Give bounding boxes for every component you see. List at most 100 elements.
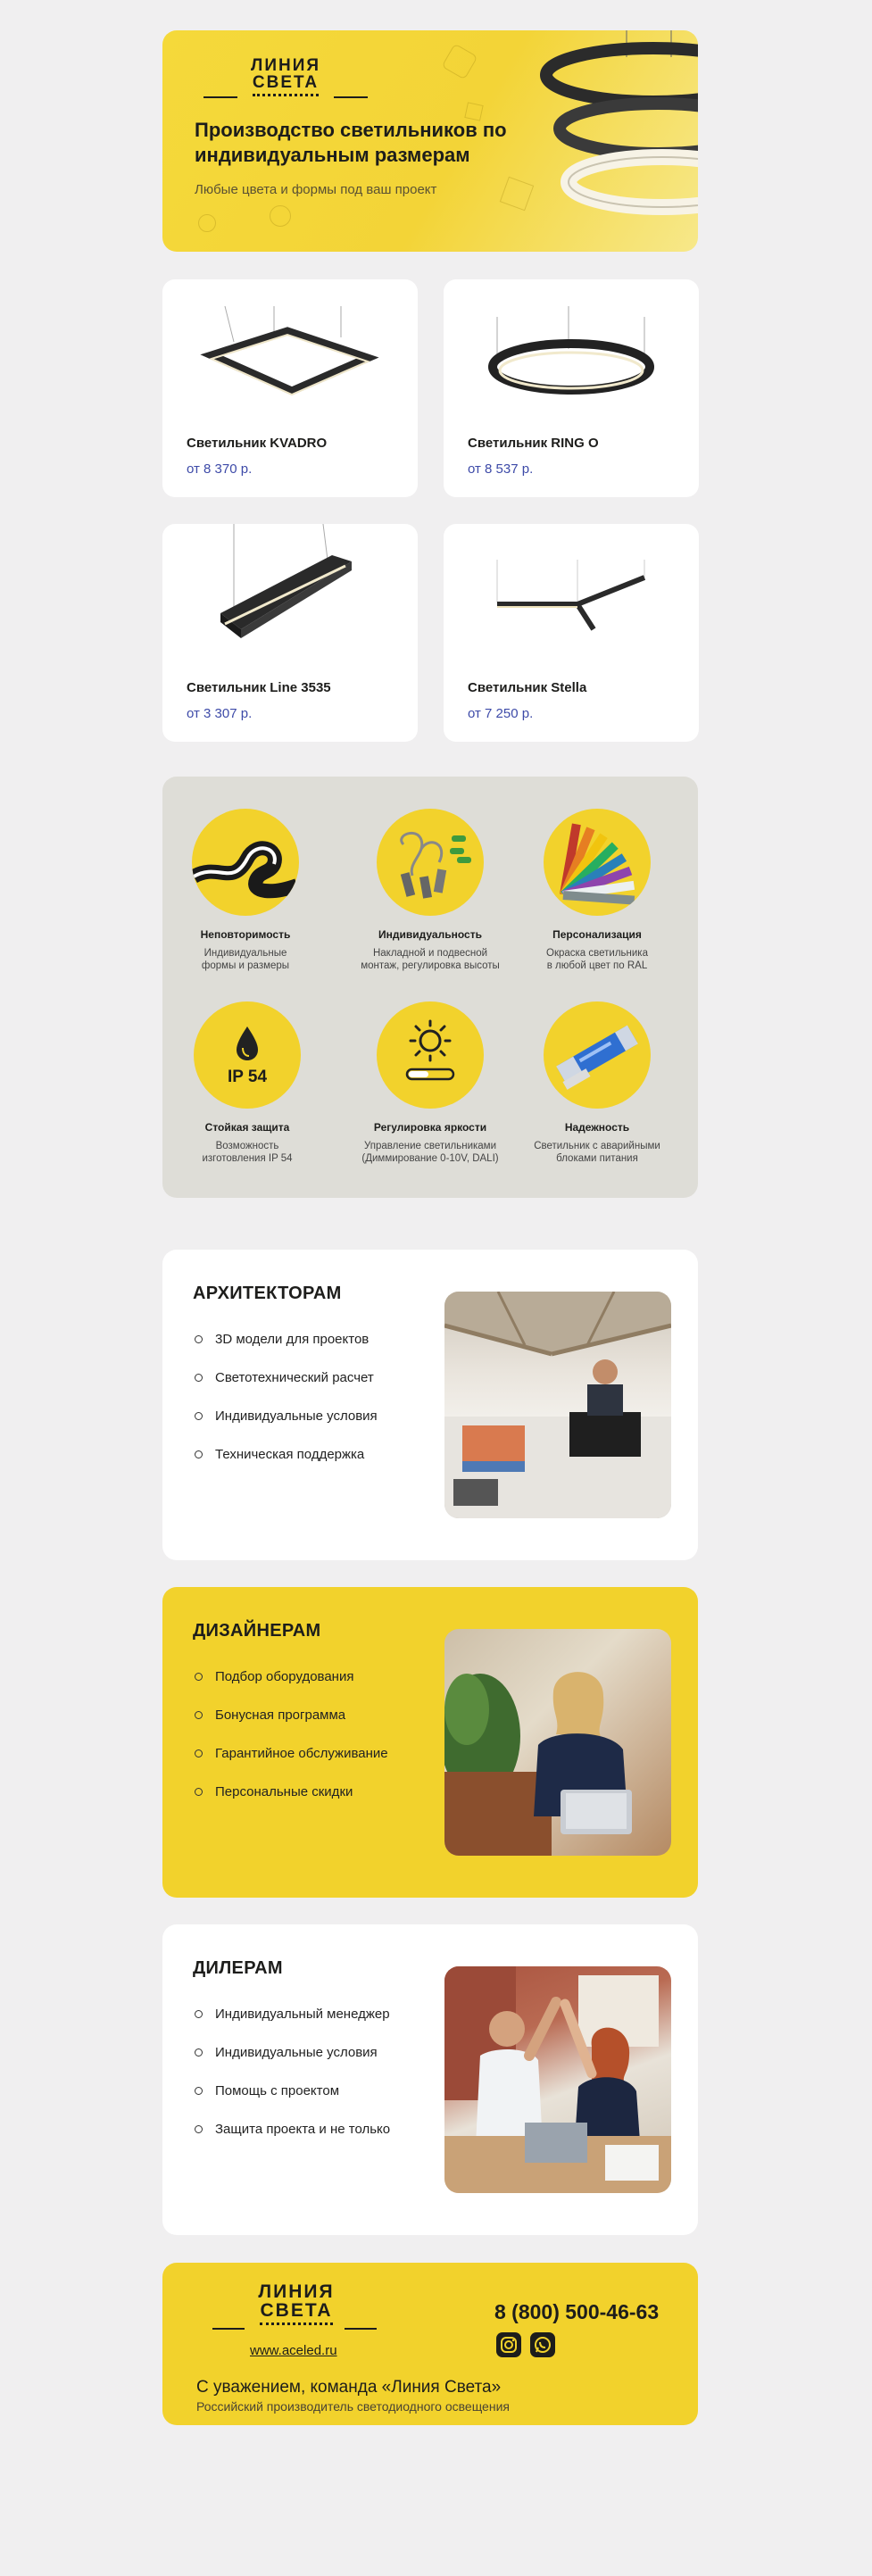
- product-name: Светильник Stella: [468, 680, 587, 695]
- bullet-icon: [195, 1673, 203, 1681]
- benefits-list: Подбор оборудования Бонусная программа Г…: [195, 1669, 388, 1823]
- list-item: Персональные скидки: [195, 1784, 388, 1823]
- product-card-stella[interactable]: Светильник Stella от 7 250 р.: [444, 524, 699, 742]
- list-item: Индивидуальные условия: [195, 1408, 378, 1447]
- bullet-icon: [195, 2010, 203, 2018]
- product-card-ring[interactable]: Светильник RING O от 8 537 р.: [444, 279, 699, 497]
- battery-pack-icon: [544, 1001, 651, 1109]
- designers-section: ДИЗАЙНЕРАМ Подбор оборудования Бонусная …: [162, 1587, 698, 1898]
- feature-desc: Возможность изготовления IP 54: [202, 1141, 293, 1164]
- phone-number[interactable]: 8 (800) 500-46-63: [494, 2300, 659, 2324]
- product-card-kvadro[interactable]: Светильник KVADRO от 8 370 р.: [162, 279, 418, 497]
- feature-personalization: Персонализация Окраска светильника в любо…: [512, 809, 682, 972]
- feature-title: Индивидуальность: [378, 928, 482, 941]
- linear-pendant-lamp-icon: [220, 524, 352, 638]
- logo-text-bottom: СВЕТА: [260, 2301, 333, 2325]
- bullet-icon: [195, 1374, 203, 1382]
- architects-section: АРХИТЕКТОРАМ 3D модели для проектов Свет…: [162, 1250, 698, 1560]
- shapes-icon: [192, 809, 299, 916]
- list-item: Светотехнический расчет: [195, 1370, 378, 1408]
- ring-chandelier-icon: [540, 30, 698, 215]
- feature-title: Надежность: [564, 1121, 630, 1134]
- hero-subtitle: Любые цвета и формы под ваш проект: [195, 182, 437, 197]
- product-name: Светильник RING O: [468, 436, 599, 451]
- ral-color-fan-icon: [544, 809, 651, 916]
- bullet-icon: [195, 2048, 203, 2057]
- feature-desc: Светильник с аварийными блоками питания: [534, 1141, 660, 1164]
- bullet-icon: [195, 1412, 203, 1420]
- logo-line-right: [334, 96, 368, 98]
- company-tagline: Российский производитель светодиодного о…: [196, 2399, 510, 2414]
- product-name: Светильник Line 3535: [187, 680, 331, 695]
- bullet-icon: [195, 2125, 203, 2133]
- list-item: Индивидуальные условия: [195, 2045, 390, 2083]
- list-item: Подбор оборудования: [195, 1669, 388, 1708]
- footer: ЛИНИЯ СВЕТА www.aceled.ru 8 (800) 500-46…: [162, 2263, 698, 2425]
- website-link[interactable]: www.aceled.ru: [250, 2343, 337, 2358]
- product-price: от 8 537 р.: [468, 461, 534, 477]
- ip-rating-badge: IP 54: [227, 1068, 268, 1086]
- list-item: Помощь с проектом: [195, 2083, 390, 2122]
- list-item: Защита проекта и не только: [195, 2122, 390, 2160]
- section-title: ДИЛЕРАМ: [193, 1958, 283, 1978]
- product-price: от 7 250 р.: [468, 706, 534, 721]
- logo-line-left: [212, 2328, 245, 2330]
- product-price: от 8 370 р.: [187, 461, 253, 477]
- logo-line-left: [203, 96, 237, 98]
- footer-logo[interactable]: ЛИНИЯ СВЕТА: [255, 2282, 337, 2325]
- list-item: Индивидуальный менеджер: [195, 2007, 390, 2045]
- feature-desc: Накладной и подвесной монтаж, регулировка…: [361, 948, 500, 971]
- star-pendant-lamp-icon: [496, 560, 646, 631]
- product-card-line-3535[interactable]: Светильник Line 3535 от 3 307 р.: [162, 524, 418, 742]
- logo-text-top: ЛИНИЯ: [250, 56, 321, 75]
- feature-reliability: Надежность Светильник с аварийными блокам…: [512, 1001, 682, 1165]
- water-drop-icon: IP 54: [194, 1001, 301, 1109]
- dealers-high-five-photo: [444, 1966, 671, 2193]
- logo-text-top: ЛИНИЯ: [258, 2281, 335, 2302]
- feature-title: Стойкая защита: [204, 1121, 290, 1134]
- feature-dimming: Регулировка яркости Управление светильни…: [345, 1001, 515, 1165]
- logo-line-right: [345, 2328, 377, 2330]
- architects-office-photo: [444, 1292, 671, 1518]
- benefits-list: Индивидуальный менеджер Индивидуальные у…: [195, 2007, 390, 2160]
- logo-text-bottom: СВЕТА: [252, 74, 320, 96]
- product-price: от 3 307 р.: [187, 706, 253, 721]
- dealers-section: ДИЛЕРАМ Индивидуальный менеджер Индивиду…: [162, 1924, 698, 2235]
- feature-uniqueness: Неповторимость Индивидуальные формы и раз…: [161, 809, 330, 972]
- decor-circle: [198, 214, 216, 232]
- feature-title: Персонализация: [552, 928, 642, 941]
- instagram-icon[interactable]: [496, 2332, 521, 2357]
- bullet-icon: [195, 1749, 203, 1757]
- feature-desc: Индивидуальные формы и размеры: [201, 948, 290, 971]
- benefits-list: 3D модели для проектов Светотехнический …: [195, 1332, 378, 1485]
- bullet-icon: [195, 1335, 203, 1343]
- list-item: Гарантийное обслуживание: [195, 1746, 388, 1784]
- product-name: Светильник KVADRO: [187, 436, 328, 451]
- designer-phone-photo: [444, 1629, 671, 1856]
- decor-circle: [270, 205, 291, 227]
- brand-logo[interactable]: ЛИНИЯ СВЕТА: [245, 57, 327, 96]
- square-pendant-lamp-icon: [200, 305, 379, 396]
- bullet-icon: [195, 1788, 203, 1796]
- decor-hexagon: [441, 43, 478, 80]
- hero-title: Производство светильников по индивидуаль…: [195, 119, 507, 166]
- list-item: 3D модели для проектов: [195, 1332, 378, 1370]
- list-item: Техническая поддержка: [195, 1447, 378, 1485]
- feature-protection: IP 54 Стойкая защита Возможность изготовл…: [162, 1001, 332, 1165]
- features-section: Неповторимость Индивидуальные формы и раз…: [162, 777, 698, 1198]
- ring-pendant-lamp-icon: [488, 306, 654, 395]
- bullet-icon: [195, 1450, 203, 1458]
- brightness-sun-icon: [377, 1001, 484, 1109]
- feature-title: Регулировка яркости: [373, 1121, 487, 1134]
- signature: С уважением, команда «Линия Света»: [196, 2378, 502, 2397]
- section-title: ДИЗАЙНЕРАМ: [193, 1621, 321, 1641]
- feature-title: Неповторимость: [200, 928, 291, 941]
- whatsapp-icon[interactable]: [530, 2332, 555, 2357]
- list-item: Бонусная программа: [195, 1708, 388, 1746]
- hero-banner[interactable]: ЛИНИЯ СВЕТА Производство светильников по…: [162, 30, 698, 252]
- feature-desc: Окраска светильника в любой цвет по RAL: [546, 948, 648, 971]
- bullet-icon: [195, 1711, 203, 1719]
- bullet-icon: [195, 2087, 203, 2095]
- mounting-kit-icon: [377, 809, 484, 916]
- feature-individuality: Индивидуальность Накладной и подвесной мо…: [345, 809, 515, 972]
